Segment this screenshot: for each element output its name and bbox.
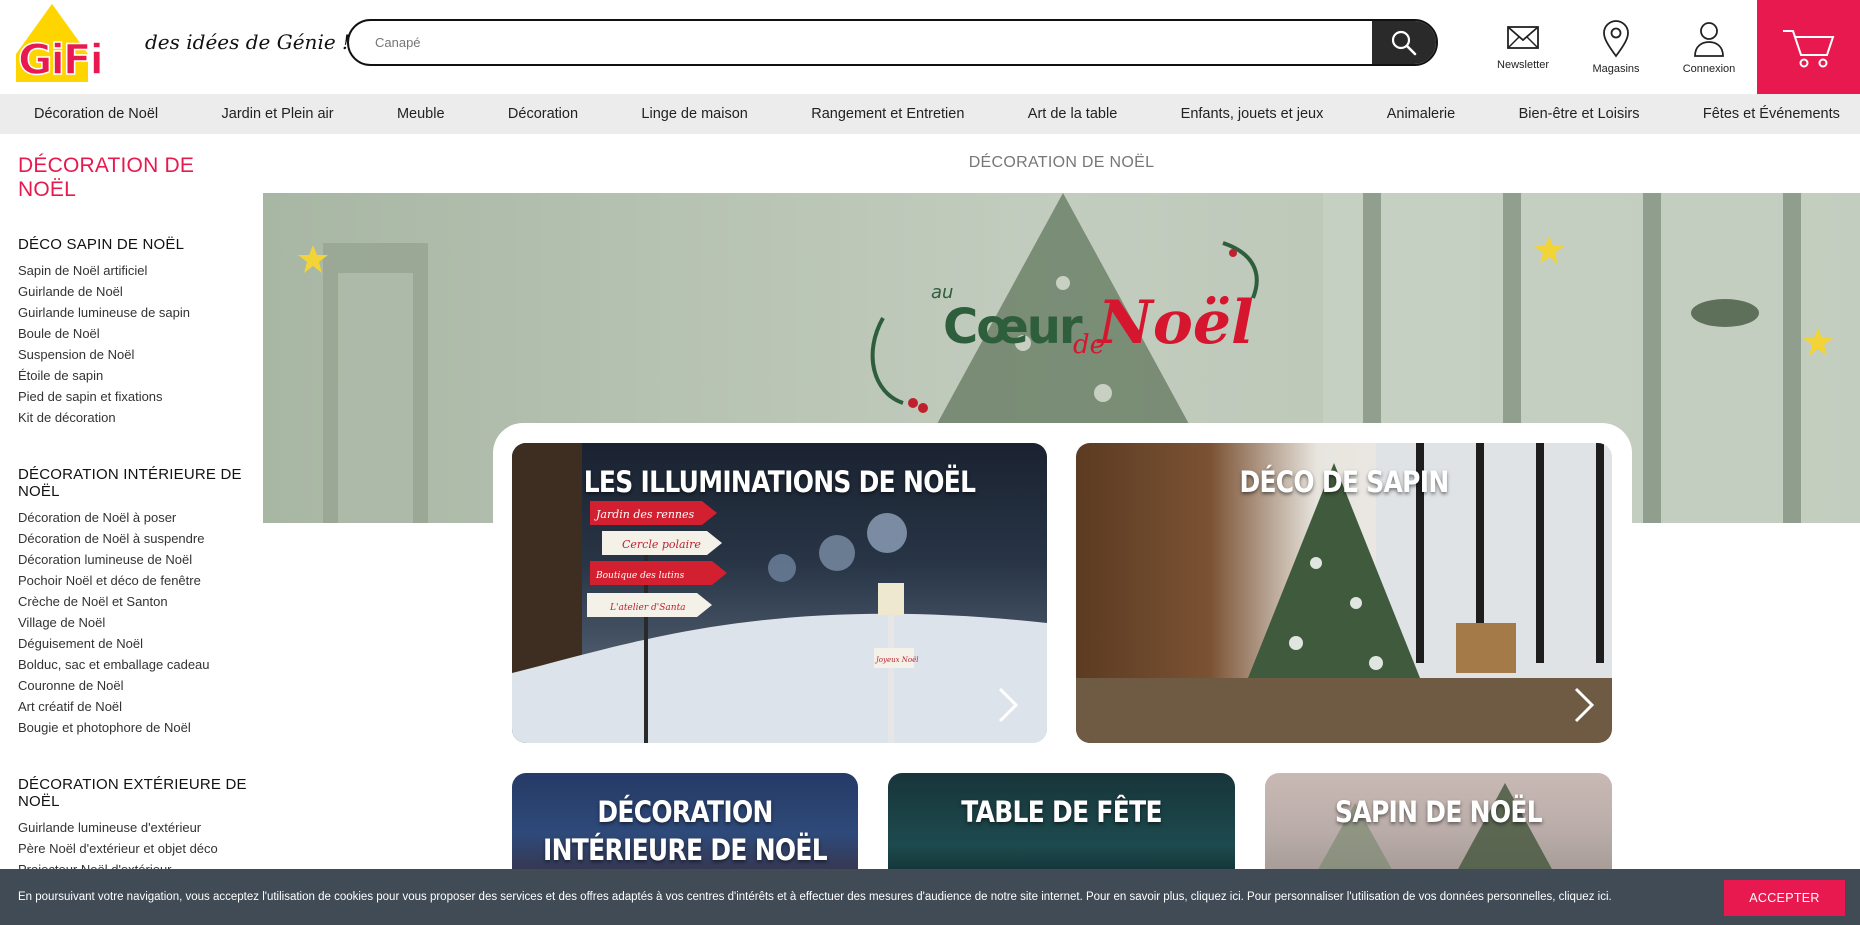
tile-sapin-title: SAPIN DE NOËL — [1335, 795, 1543, 829]
main-nav: Décoration de Noël Jardin et Plein air M… — [0, 94, 1860, 134]
gifi-logo[interactable]: GiFi — [16, 2, 126, 85]
newsletter-link[interactable]: Newsletter — [1478, 20, 1568, 82]
chevron-right-icon — [998, 687, 1019, 723]
sidebar-link[interactable]: Guirlande lumineuse d'extérieur — [18, 817, 248, 838]
sidebar-link[interactable]: Déguisement de Noël — [18, 633, 248, 654]
sidebar-link[interactable]: Bougie et photophore de Noël — [18, 717, 248, 738]
nav-item-linge[interactable]: Linge de maison — [641, 106, 747, 122]
search-icon — [1391, 30, 1417, 55]
magasins-link[interactable]: Magasins — [1571, 20, 1661, 82]
page: GiFi des idées de Génie ! Newsletter — [0, 0, 1860, 925]
sidebar-link[interactable]: Couronne de Noël — [18, 675, 248, 696]
user-icon — [1694, 22, 1724, 57]
nav-item-art-de-la-table[interactable]: Art de la table — [1028, 106, 1117, 122]
sidebar-link[interactable]: Père Noël d'extérieur et objet déco — [18, 838, 248, 859]
chevron-right-icon — [1574, 687, 1595, 723]
sidebar-link[interactable]: Boule de Noël — [18, 323, 248, 344]
nav-item-decoration-de-noel[interactable]: Décoration de Noël — [34, 106, 158, 122]
sidebar-link[interactable]: Décoration lumineuse de Noël — [18, 549, 248, 570]
sign-1: Jardin des rennes — [594, 508, 695, 521]
nav-item-jardin[interactable]: Jardin et Plein air — [222, 106, 334, 122]
logo-text: GiFi — [18, 35, 102, 82]
tile-deco-sapin-title: DÉCO DE SAPIN — [1239, 465, 1449, 499]
page-title: DÉCORATION DE NOËL — [968, 154, 1155, 171]
sidebar-section: DÉCO SAPIN DE NOËL Sapin de Noël artific… — [18, 236, 248, 428]
accept-cookies-button[interactable]: ACCEPTER — [1724, 880, 1845, 916]
tile-interieure-title-line2: INTÉRIEURE DE NOËL — [543, 833, 828, 867]
tile-illuminations[interactable]: Jardin des rennes Cercle polaire Boutiqu… — [512, 443, 1047, 743]
sign-2: Cercle polaire — [622, 538, 701, 551]
category-sidebar: DÉCORATION DE NOËL DÉCO SAPIN DE NOËL Sa… — [18, 134, 248, 880]
sidebar-link[interactable]: Pochoir Noël et déco de fenêtre — [18, 570, 248, 591]
sidebar-link[interactable]: Décoration de Noël à suspendre — [18, 528, 248, 549]
sidebar-title: DÉCORATION DE NOËL — [18, 154, 195, 201]
envelope-icon — [1507, 26, 1539, 49]
sidebar-link[interactable]: Village de Noël — [18, 612, 248, 633]
connexion-link[interactable]: Connexion — [1664, 20, 1754, 82]
banner-noel: Noël — [1096, 288, 1254, 358]
section-heading[interactable]: DÉCO SAPIN DE NOËL — [18, 236, 248, 253]
banner-coeur: Cœur — [943, 299, 1083, 355]
sidebar-link[interactable]: Art créatif de Noël — [18, 696, 248, 717]
tile-deco-sapin[interactable]: DÉCO DE SAPIN — [1076, 443, 1612, 743]
sign-4: L'atelier d'Santa — [609, 603, 686, 613]
tile-interieure-title-line1: DÉCORATION — [597, 795, 773, 829]
magasins-label: Magasins — [1592, 63, 1640, 75]
newsletter-label: Newsletter — [1497, 59, 1549, 71]
nav-item-rangement[interactable]: Rangement et Entretien — [811, 106, 964, 122]
tile-table-title: TABLE DE FÊTE — [961, 795, 1162, 829]
sidebar-link[interactable]: Décoration de Noël à poser — [18, 507, 248, 528]
search-button[interactable] — [1372, 21, 1436, 64]
section-heading[interactable]: DÉCORATION EXTÉRIEURE DE NOËL — [18, 776, 248, 810]
tagline: des idées de Génie ! — [145, 30, 351, 54]
search-input[interactable] — [349, 21, 1369, 64]
nav-item-meuble[interactable]: Meuble — [397, 106, 445, 122]
map-pin-icon — [1603, 20, 1629, 58]
nav-item-animalerie[interactable]: Animalerie — [1387, 106, 1456, 122]
cookie-banner: En poursuivant votre navigation, vous ac… — [0, 869, 1860, 925]
sidebar-link[interactable]: Kit de décoration — [18, 407, 248, 428]
tile-illuminations-title: LES ILLUMINATIONS DE NOËL — [583, 465, 976, 499]
cart-icon — [1782, 30, 1834, 68]
sidebar-link[interactable]: Crèche de Noël et Santon — [18, 591, 248, 612]
sidebar-link[interactable]: Guirlande de Noël — [18, 281, 248, 302]
sidebar-link[interactable]: Pied de sapin et fixations — [18, 386, 248, 407]
nav-item-bien-etre[interactable]: Bien-être et Loisirs — [1519, 106, 1640, 122]
search-bar — [347, 19, 1438, 66]
nav-item-fetes[interactable]: Fêtes et Événements — [1703, 106, 1840, 122]
header: GiFi des idées de Génie ! Newsletter — [0, 0, 1860, 94]
sidebar-link[interactable]: Étoile de sapin — [18, 365, 248, 386]
sidebar-link[interactable]: Guirlande lumineuse de sapin — [18, 302, 248, 323]
cookie-text: En poursuivant votre navigation, vous ac… — [18, 891, 1612, 903]
lantern-sign: Joyeux Noël — [874, 656, 919, 664]
connexion-label: Connexion — [1682, 63, 1736, 75]
nav-item-enfants[interactable]: Enfants, jouets et jeux — [1181, 106, 1324, 122]
sidebar-section: DÉCORATION INTÉRIEURE DE NOËL Décoration… — [18, 466, 248, 738]
sidebar-link[interactable]: Suspension de Noël — [18, 344, 248, 365]
nav-item-decoration[interactable]: Décoration — [508, 106, 578, 122]
sign-3: Boutique des lutins — [595, 571, 685, 581]
sidebar-link[interactable]: Bolduc, sac et emballage cadeau — [18, 654, 248, 675]
section-heading[interactable]: DÉCORATION INTÉRIEURE DE NOËL — [18, 466, 248, 500]
cart-button[interactable] — [1757, 0, 1860, 94]
sidebar-link[interactable]: Sapin de Noël artificiel — [18, 260, 248, 281]
sidebar-section: DÉCORATION EXTÉRIEURE DE NOËL Guirlande … — [18, 776, 248, 880]
